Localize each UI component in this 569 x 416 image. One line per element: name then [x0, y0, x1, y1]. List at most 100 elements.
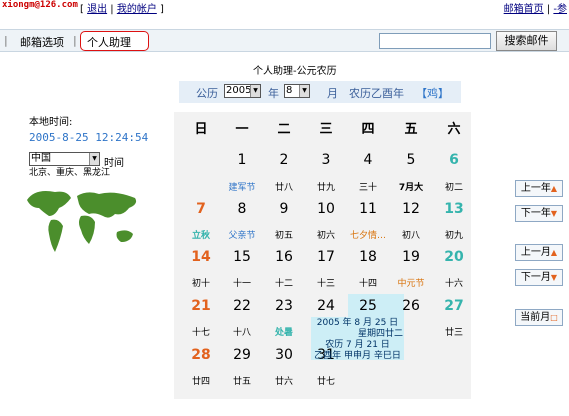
reference-link[interactable]: -参: [553, 4, 567, 15]
zodiac: 【鸡】: [416, 87, 449, 100]
month-select[interactable]: 8 ▼: [284, 84, 310, 98]
next-month-label: 下一月: [520, 272, 551, 283]
calendar-day[interactable]: 8: [227, 201, 257, 217]
lunar-date-label: 初五: [274, 231, 293, 241]
square-icon: □: [550, 313, 558, 322]
user-email: xiongm@126.com: [2, 0, 78, 10]
next-month-button[interactable]: 下一月▼: [515, 269, 563, 286]
arrow-down-icon: ▼: [550, 273, 558, 282]
popup-partial-day: 廿二: [385, 329, 404, 339]
my-account-link[interactable]: 我的帐户: [117, 4, 157, 15]
calendar-day[interactable]: 10: [311, 201, 341, 217]
search-mail-button[interactable]: 搜索邮件: [496, 31, 557, 51]
city-select[interactable]: 中国 ▼: [29, 152, 100, 166]
calendar-day[interactable]: 25: [353, 298, 383, 314]
calendar-day[interactable]: 16: [269, 249, 299, 265]
calendar-day[interactable]: 18: [353, 249, 383, 265]
chevron-down-icon: ▼: [250, 85, 260, 97]
lunar-date-label: 初九: [444, 231, 463, 241]
calendar-day[interactable]: 28: [186, 347, 216, 363]
gregorian-label: 公历: [196, 87, 218, 100]
weekday-header: 五: [404, 122, 418, 137]
calendar-day[interactable]: 27: [439, 298, 469, 314]
mailbox-home-link[interactable]: 邮箱首页: [504, 4, 544, 15]
logout-link[interactable]: 退出: [87, 4, 107, 15]
weekday-header: 四: [361, 122, 375, 137]
lunar-date-label: 十八: [232, 328, 251, 338]
lunar-date-label: 处暑: [274, 328, 293, 338]
calendar-day[interactable]: 26: [396, 298, 426, 314]
calendar-day[interactable]: 1: [227, 152, 257, 168]
calendar-day[interactable]: 30: [269, 347, 299, 363]
calendar-day[interactable]: 12: [396, 201, 426, 217]
month-unit: 月: [327, 87, 338, 100]
lunar-date-label: 廿四: [191, 377, 210, 387]
chevron-down-icon: ▼: [299, 85, 309, 97]
popup-weekday: 星期四廿二: [311, 329, 404, 340]
lunar-date-label: 十三: [316, 279, 335, 289]
arrow-up-icon: ▲: [550, 248, 558, 257]
popup-weekday-text: 星期四: [357, 329, 385, 339]
date-selector-bar: 公历 2005 ▼ 年 8 ▼ 月 农历乙酉年 【鸡】: [179, 81, 461, 103]
calendar-day[interactable]: 7: [186, 201, 216, 217]
calendar-day[interactable]: 6: [439, 152, 469, 168]
local-time-label: 本地时间:: [29, 117, 73, 128]
calendar-day[interactable]: 15: [227, 249, 257, 265]
calendar-day[interactable]: 13: [439, 201, 469, 217]
lunar-date-label: 三十: [358, 183, 377, 193]
lunar-date-label: 廿八: [274, 183, 293, 193]
nav-separator: |: [4, 34, 8, 47]
calendar-day[interactable]: 5: [396, 152, 426, 168]
lunar-date-label: 十七: [191, 328, 210, 338]
prev-month-label: 上一月: [520, 247, 551, 258]
calendar-day[interactable]: 24: [311, 298, 341, 314]
calendar-day[interactable]: 17: [311, 249, 341, 265]
tab-personal-assistant[interactable]: 个人助理: [80, 31, 149, 51]
lunar-date-label: 中元节: [397, 279, 425, 289]
calendar-day[interactable]: 23: [269, 298, 299, 314]
top-links: [ 退出 | 我的帐户 ]: [80, 4, 164, 15]
calendar-day[interactable]: 11: [353, 201, 383, 217]
calendar-day[interactable]: 29: [227, 347, 257, 363]
year-select[interactable]: 2005 ▼: [224, 84, 261, 98]
calendar-day[interactable]: 4: [353, 152, 383, 168]
chevron-down-icon: ▼: [89, 153, 99, 165]
arrow-down-icon: ▼: [550, 209, 558, 218]
lunar-date-label: 廿五: [232, 377, 251, 387]
year-unit: 年: [268, 87, 279, 100]
calendar-day[interactable]: 9: [269, 201, 299, 217]
next-year-button[interactable]: 下一年▼: [515, 205, 563, 222]
popup-gregorian-date: 2005 年 8 月 25 日: [316, 318, 399, 328]
lunar-date-label: 7月大: [398, 183, 424, 193]
date-info-popup: 2005 年 8 月 25 日 星期四廿二 农历 7 月 21 日 乙酉年 甲申…: [311, 318, 404, 362]
lunar-date-label: 初八: [401, 231, 420, 241]
calendar-day[interactable]: 19: [396, 249, 426, 265]
prev-year-button[interactable]: 上一年▲: [515, 180, 563, 197]
page-title: 个人助理-公元农历: [253, 66, 337, 77]
top-bar: xiongm@126.com [ 退出 | 我的帐户 ] 邮箱首页 | -参: [0, 0, 569, 26]
year-value: 2005: [226, 85, 252, 96]
month-value: 8: [286, 85, 293, 96]
lunar-date-label: 廿七: [316, 377, 335, 387]
weekday-header: 日: [194, 122, 208, 137]
world-map-icon: [27, 191, 137, 252]
prev-month-button[interactable]: 上一月▲: [515, 244, 563, 261]
current-month-label: 当前月: [520, 312, 551, 323]
weekday-header: 一: [235, 122, 249, 137]
city-value: 中国: [31, 153, 51, 164]
next-year-label: 下一年: [520, 208, 551, 219]
arrow-up-icon: ▲: [550, 184, 558, 193]
lunar-date-label: 立秋: [191, 231, 210, 241]
calendar-day[interactable]: 3: [311, 152, 341, 168]
calendar-day[interactable]: 14: [186, 249, 216, 265]
popup-ganzhi: 乙酉年 甲申月 辛巳日: [314, 351, 401, 361]
calendar-day[interactable]: 2: [269, 152, 299, 168]
current-month-button[interactable]: 当前月□: [515, 309, 563, 326]
calendar-day[interactable]: 20: [439, 249, 469, 265]
calendar-day[interactable]: 22: [227, 298, 257, 314]
search-input[interactable]: [379, 33, 491, 49]
weekday-header: 六: [447, 122, 461, 137]
calendar-day[interactable]: 21: [186, 298, 216, 314]
nav-bar: | 邮箱选项 | 个人助理 搜索邮件: [0, 29, 569, 52]
tab-mail-options[interactable]: 邮箱选项: [20, 34, 64, 50]
